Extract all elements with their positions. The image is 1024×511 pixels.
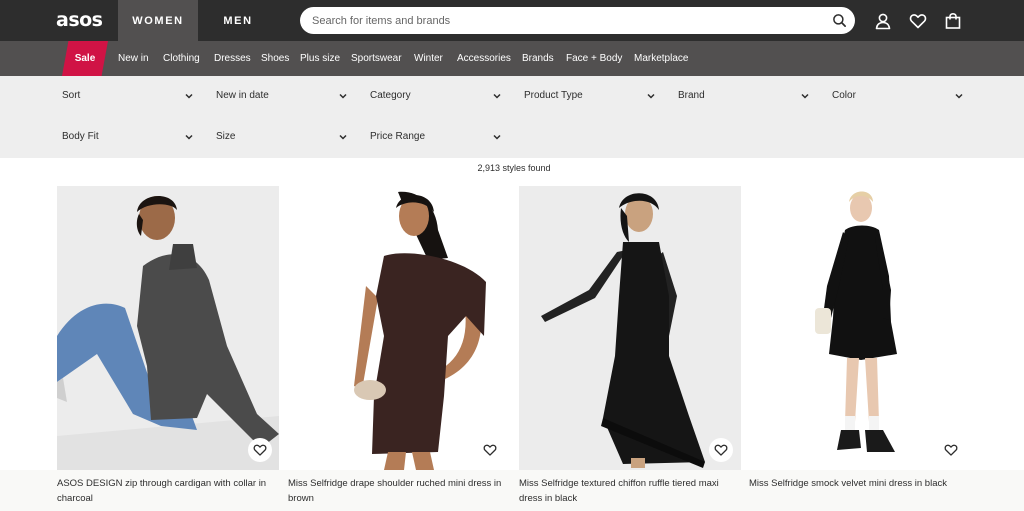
asos-logo[interactable]: asos bbox=[56, 9, 103, 31]
product-title[interactable]: ASOS DESIGN zip through cardigan with co… bbox=[57, 476, 279, 506]
heart-icon bbox=[253, 444, 267, 456]
filter-label: New in date bbox=[216, 90, 269, 101]
save-item-button[interactable] bbox=[939, 438, 963, 462]
heart-icon bbox=[944, 444, 958, 456]
nav-item-accessories[interactable]: Accessories bbox=[457, 41, 511, 76]
filter-brand[interactable]: Brand bbox=[678, 86, 810, 108]
top-bar: asos WOMEN MEN bbox=[0, 0, 1024, 41]
filter-label: Price Range bbox=[370, 131, 426, 142]
product-title[interactable]: Miss Selfridge smock velvet mini dress i… bbox=[749, 476, 971, 491]
filter-label: Product Type bbox=[524, 90, 583, 101]
product-image[interactable] bbox=[749, 186, 971, 470]
chevron-down-icon bbox=[339, 93, 347, 99]
save-item-button[interactable] bbox=[709, 438, 733, 462]
tab-men[interactable]: MEN bbox=[198, 0, 278, 41]
filter-label: Body Fit bbox=[62, 131, 99, 142]
save-item-button[interactable] bbox=[478, 438, 502, 462]
account-icon[interactable] bbox=[874, 12, 892, 30]
chevron-down-icon bbox=[647, 93, 655, 99]
nav-item-sale[interactable]: Sale bbox=[62, 41, 108, 76]
filter-size[interactable]: Size bbox=[216, 127, 348, 149]
nav-item-plus-size[interactable]: Plus size bbox=[300, 41, 340, 76]
results-count: 2,913 styles found bbox=[477, 163, 551, 173]
nav-item-brands[interactable]: Brands bbox=[522, 41, 554, 76]
tab-women[interactable]: WOMEN bbox=[118, 0, 198, 41]
product-title[interactable]: Miss Selfridge textured chiffon ruffle t… bbox=[519, 476, 741, 506]
search-icon[interactable] bbox=[832, 13, 847, 28]
nav-item-winter[interactable]: Winter bbox=[414, 41, 443, 76]
save-item-button[interactable] bbox=[248, 438, 272, 462]
filter-price-range[interactable]: Price Range bbox=[370, 127, 502, 149]
nav-item-dresses[interactable]: Dresses bbox=[214, 41, 251, 76]
chevron-down-icon bbox=[185, 134, 193, 140]
product-image[interactable] bbox=[519, 186, 741, 470]
filter-label: Size bbox=[216, 131, 236, 142]
chevron-down-icon bbox=[185, 93, 193, 99]
search-bar bbox=[300, 7, 855, 34]
filter-label: Category bbox=[370, 90, 411, 101]
nav-item-sportswear[interactable]: Sportswear bbox=[351, 41, 402, 76]
chevron-down-icon bbox=[801, 93, 809, 99]
bag-icon[interactable] bbox=[944, 12, 962, 30]
filter-product-type[interactable]: Product Type bbox=[524, 86, 656, 108]
chevron-down-icon bbox=[493, 134, 501, 140]
product-image[interactable] bbox=[288, 186, 510, 470]
filter-color[interactable]: Color bbox=[832, 86, 964, 108]
filter-category[interactable]: Category bbox=[370, 86, 502, 108]
nav-item-shoes[interactable]: Shoes bbox=[261, 41, 289, 76]
nav-item-face-body[interactable]: Face + Body bbox=[566, 41, 622, 76]
product-title[interactable]: Miss Selfridge drape shoulder ruched min… bbox=[288, 476, 510, 506]
product-image[interactable] bbox=[57, 186, 279, 470]
filter-label: Sort bbox=[62, 90, 81, 101]
heart-icon[interactable] bbox=[909, 12, 927, 30]
chevron-down-icon bbox=[955, 93, 963, 99]
filter-body-fit[interactable]: Body Fit bbox=[62, 127, 194, 149]
nav-item-marketplace[interactable]: Marketplace bbox=[634, 41, 688, 76]
filter-new-in-date[interactable]: New in date bbox=[216, 86, 348, 108]
nav-item-clothing[interactable]: Clothing bbox=[163, 41, 200, 76]
nav-item-new-in[interactable]: New in bbox=[118, 41, 149, 76]
category-nav: Sale New in Clothing Dresses Shoes Plus … bbox=[0, 41, 1024, 76]
search-input[interactable] bbox=[312, 7, 822, 34]
filter-bar: Sort New in date Category Product Type B… bbox=[0, 76, 1024, 158]
chevron-down-icon bbox=[339, 134, 347, 140]
filter-sort[interactable]: Sort bbox=[62, 86, 194, 108]
heart-icon bbox=[714, 444, 728, 456]
filter-label: Color bbox=[832, 90, 856, 101]
heart-icon bbox=[483, 444, 497, 456]
chevron-down-icon bbox=[493, 93, 501, 99]
filter-label: Brand bbox=[678, 90, 705, 101]
